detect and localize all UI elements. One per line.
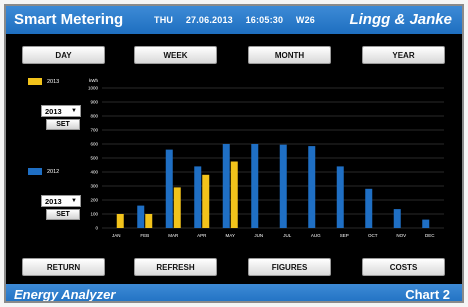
x-tick-label: MAY [226,233,235,238]
x-tick-label: AUG [311,233,321,238]
bar-2012-aug [308,146,316,228]
y-axis-label: kWh [89,78,98,83]
energy-bar-chart: 0 100 200 300 400 500 600 700 800 900 1000 kWh JAN FE… [88,78,444,238]
y-tick-label: 100 [90,212,98,217]
bar-2012-mar [165,149,173,228]
chart-number-label: Chart 2 [405,287,450,302]
x-tick-label: FEB [140,233,149,238]
footer-bar: Energy Analyzer Chart 2 [6,284,462,302]
bar-2013-apr [202,174,210,228]
x-tick-label: DEC [425,233,435,238]
bar-2013-may [230,161,238,228]
footer-title: Energy Analyzer [14,287,116,302]
costs-button[interactable]: COSTS [362,258,445,276]
y-tick-label: 800 [90,114,98,119]
x-tick-label: JAN [112,233,121,238]
bar-2012-nov [393,209,401,228]
x-tick-label: JUL [283,233,291,238]
refresh-button[interactable]: REFRESH [134,258,217,276]
bar-2012-oct [365,188,373,228]
app-window: Smart Metering THU 27.06.2013 16:05:30 W… [4,4,464,303]
bar-2013-mar [173,187,181,228]
x-tick-label: JUN [254,233,263,238]
y-tick-label: 200 [90,198,98,203]
bar-2012-jul [279,144,287,228]
y-tick-label: 600 [90,142,98,147]
bar-2013-feb [145,214,153,228]
y-tick-label: 700 [90,128,98,133]
bar-2013-jan [116,214,124,228]
x-tick-label: MAR [168,233,179,238]
bar-2012-feb [137,205,145,228]
y-tick-label: 1000 [88,86,99,91]
bar-2012-dec [422,219,430,228]
y-tick-label: 400 [90,170,98,175]
y-tick-label: 500 [90,156,98,161]
y-tick-label: 0 [95,226,98,231]
y-tick-label: 300 [90,184,98,189]
bar-2012-jun [251,144,259,228]
x-tick-label: NOV [396,233,406,238]
y-tick-label: 900 [90,100,98,105]
bar-2012-sep [336,166,344,228]
x-tick-label: OCT [368,233,378,238]
figures-button[interactable]: FIGURES [248,258,331,276]
bar-2012-may [222,144,230,228]
x-tick-label: SEP [340,233,349,238]
return-button[interactable]: RETURN [22,258,105,276]
bar-2012-apr [194,166,202,228]
x-tick-label: APR [197,233,207,238]
